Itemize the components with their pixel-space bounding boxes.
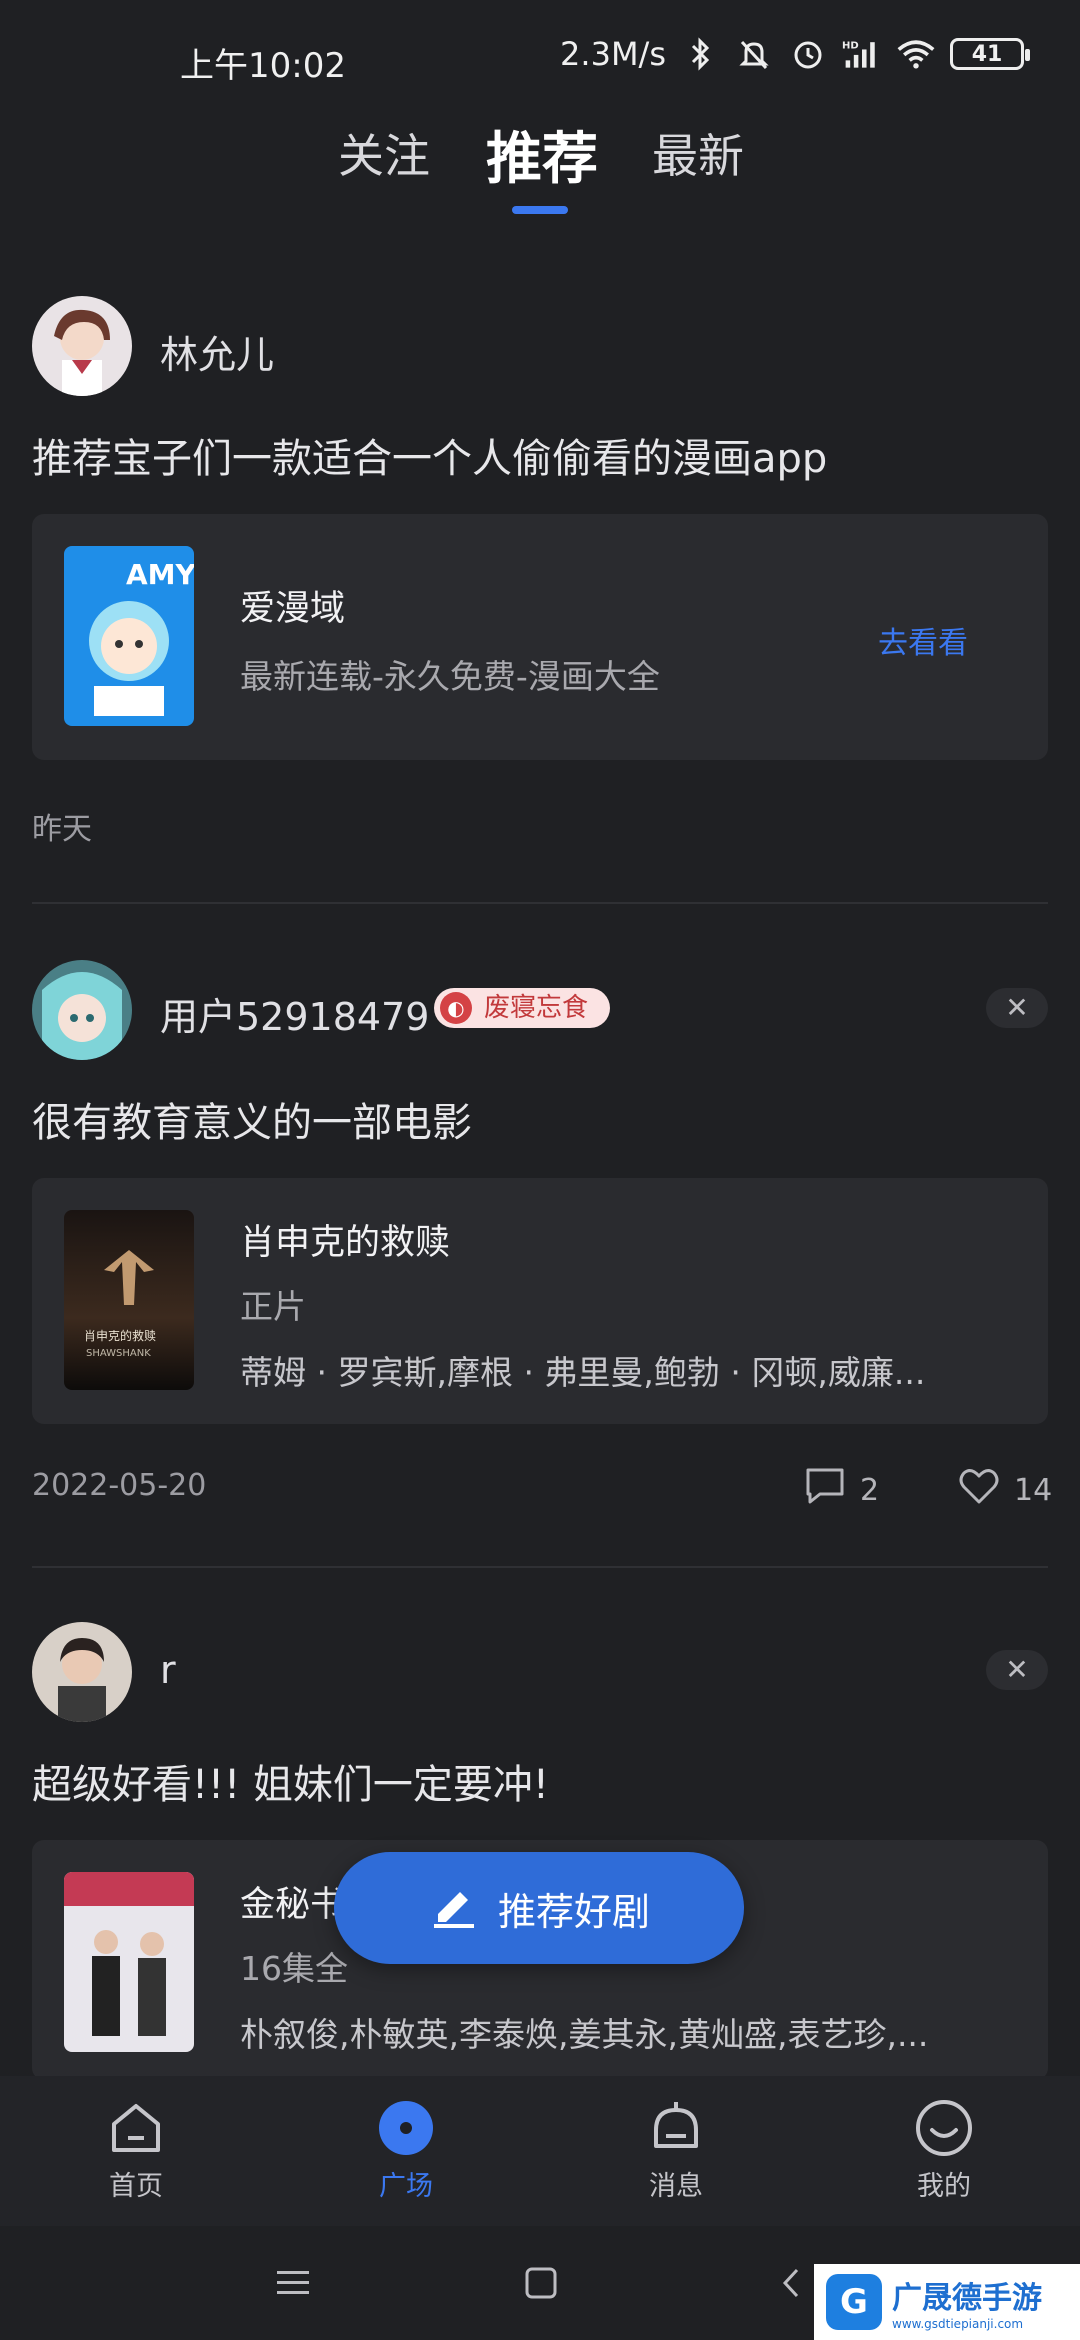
card-title: 爱漫域 <box>240 589 346 629</box>
nav-plaza-label: 广场 <box>379 2171 433 2202</box>
app-card[interactable]: AMY 爱漫域 最新连载-永久免费-漫画大全 去看看 <box>32 514 1048 760</box>
signal-icon: HD <box>842 34 882 74</box>
comment-count: 2 <box>860 1472 880 1508</box>
nav-home-label: 首页 <box>109 2171 163 2202</box>
movie-card[interactable]: 肖申克的救赎 SHAWSHANK 肖申克的救赎 正片 蒂姆 · 罗宾斯,摩根 · … <box>32 1178 1048 1424</box>
nav-profile-label: 我的 <box>917 2171 971 2202</box>
avatar[interactable] <box>32 296 132 396</box>
divider <box>32 902 1048 904</box>
status-time: 上午10:02 <box>180 46 346 86</box>
bell-icon <box>654 2102 698 2148</box>
profile-icon <box>916 2100 972 2156</box>
post-date: 2022-05-20 <box>32 1468 207 1503</box>
nav-profile[interactable]: 我的 <box>884 2098 1004 2203</box>
card-title: 肖申克的救赎 <box>240 1223 451 1263</box>
card-subtitle: 最新连载-永久免费-漫画大全 <box>240 657 660 696</box>
nav-plaza[interactable]: 广场 <box>346 2098 466 2203</box>
card-cast: 蒂姆 · 罗宾斯,摩根 · 弗里曼,鲍勃 · 冈顿,威廉... <box>240 1353 926 1392</box>
card-cast: 朴叙俊,朴敏英,李泰焕,姜其永,黄灿盛,表艺珍,... <box>240 2015 929 2054</box>
svg-text:肖申克的救赎: 肖申克的救赎 <box>84 1328 156 1343</box>
edit-icon <box>428 1878 480 1939</box>
badge-icon: ◐ <box>440 992 472 1024</box>
username[interactable]: 林允儿 <box>160 324 274 379</box>
card-title: 金秘书 <box>240 1885 346 1925</box>
svg-text:HD: HD <box>842 41 859 52</box>
like-button[interactable]: 14 <box>958 1466 1052 1514</box>
post-date: 昨天 <box>32 812 92 847</box>
recommend-drama-button[interactable]: 推荐好剧 <box>334 1852 744 1964</box>
watermark-logo: G <box>826 2274 882 2330</box>
drama-poster <box>64 1872 194 2052</box>
close-button[interactable]: ✕ <box>986 988 1048 1028</box>
back-icon[interactable] <box>766 2258 816 2308</box>
app-thumbnail: AMY <box>64 546 194 726</box>
username[interactable]: 用户52918479 <box>160 986 429 1041</box>
nav-messages[interactable]: 消息 <box>616 2098 736 2203</box>
like-count: 14 <box>1014 1472 1053 1508</box>
tab-latest[interactable]: 最新 <box>652 120 744 186</box>
heart-icon <box>958 1466 1000 1514</box>
avatar[interactable] <box>32 1622 132 1722</box>
movie-poster: 肖申克的救赎 SHAWSHANK <box>64 1210 194 1390</box>
battery-icon: 41 <box>950 38 1030 70</box>
nav-home[interactable]: 首页 <box>76 2098 196 2203</box>
svg-text:AMY: AMY <box>126 558 194 591</box>
post-text: 推荐宝子们一款适合一个人偷偷看的漫画app <box>32 436 828 482</box>
network-speed: 2.3M/s <box>560 35 666 73</box>
comment-icon <box>804 1466 846 1514</box>
recommend-drama-label: 推荐好剧 <box>497 1889 650 1934</box>
post-text: 很有教育意义的一部电影 <box>32 1100 472 1146</box>
tab-follow[interactable]: 关注 <box>338 120 430 186</box>
wifi-icon <box>896 34 936 74</box>
watermark-text: 广晟德手游 www.gsdtiepianji.com <box>892 2281 1042 2331</box>
card-subtitle: 16集全 <box>240 1949 348 1988</box>
comment-button[interactable]: 2 <box>804 1466 879 1514</box>
tab-recommend[interactable]: 推荐 <box>486 114 598 195</box>
feed-tabs: 关注 推荐 最新 <box>0 120 1080 230</box>
nav-messages-label: 消息 <box>649 2171 703 2202</box>
home-square-icon[interactable] <box>516 2258 566 2308</box>
tab-indicator <box>512 206 568 214</box>
watermark: G 广晟德手游 www.gsdtiepianji.com <box>814 2264 1080 2340</box>
menu-icon[interactable] <box>268 2258 318 2308</box>
home-icon <box>112 2104 160 2152</box>
post-text: 超级好看!!! 姐妹们一定要冲! <box>32 1762 549 1808</box>
plaza-icon <box>379 2101 433 2155</box>
bottom-nav: 首页 广场 消息 我的 <box>0 2076 1080 2226</box>
status-icons: 2.3M/s HD 41 <box>560 34 1030 74</box>
mute-icon <box>734 34 774 74</box>
username[interactable]: r <box>160 1648 176 1692</box>
go-watch-link[interactable]: 去看看 <box>878 618 968 662</box>
avatar[interactable] <box>32 960 132 1060</box>
status-bar: 上午10:02 2.3M/s HD 41 <box>0 0 1080 120</box>
close-button[interactable]: ✕ <box>986 1650 1048 1690</box>
alarm-icon <box>788 34 828 74</box>
divider <box>32 1566 1048 1568</box>
card-subtitle: 正片 <box>240 1287 306 1326</box>
bluetooth-icon <box>680 34 720 74</box>
user-badge: ◐ 废寝忘食 <box>434 988 611 1028</box>
svg-text:SHAWSHANK: SHAWSHANK <box>86 1348 151 1359</box>
